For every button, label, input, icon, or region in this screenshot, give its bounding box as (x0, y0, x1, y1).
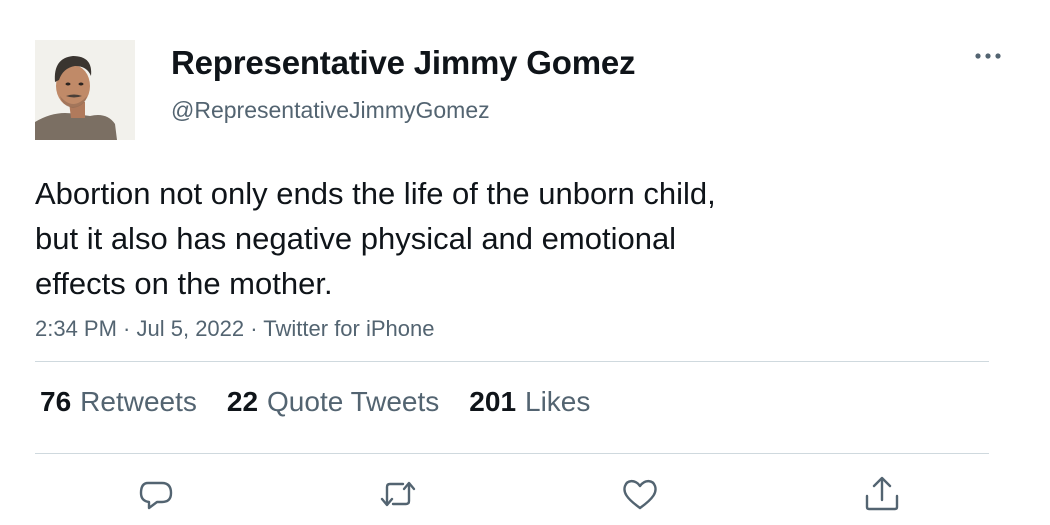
retweet-icon (380, 481, 416, 507)
engagement-stats: 76 Retweets 22 Quote Tweets 201 Likes (40, 386, 620, 418)
like-icon (623, 479, 657, 510)
avatar[interactable] (35, 40, 135, 140)
retweets-stat[interactable]: 76 Retweets (40, 386, 197, 418)
quote-tweets-label: Quote Tweets (267, 386, 440, 417)
more-options-button[interactable] (968, 40, 1008, 72)
divider (35, 361, 989, 362)
likes-stat[interactable]: 201 Likes (469, 386, 590, 418)
tweet-time[interactable]: 2:34 PM (35, 316, 117, 341)
meta-separator: · (244, 316, 264, 341)
tweet-text-line: Abortion not only ends the life of the u… (35, 176, 716, 211)
divider (35, 453, 989, 454)
share-icon (865, 476, 899, 511)
retweets-count: 76 (40, 386, 72, 417)
tweet-metadata: 2:34 PM · Jul 5, 2022 · Twitter for iPho… (35, 316, 434, 342)
tweet-date[interactable]: Jul 5, 2022 (137, 316, 245, 341)
author-handle[interactable]: @RepresentativeJimmyGomez (171, 97, 490, 124)
like-button[interactable] (620, 474, 660, 514)
avatar-image (35, 40, 135, 140)
share-button[interactable] (862, 474, 902, 514)
reply-button[interactable] (136, 474, 176, 514)
meta-separator: · (116, 316, 137, 341)
quote-tweets-stat[interactable]: 22 Quote Tweets (227, 386, 439, 418)
quote-tweets-count: 22 (226, 386, 259, 417)
retweet-button[interactable] (378, 474, 418, 514)
tweet-text: Abortion not only ends the life of the u… (35, 171, 855, 306)
likes-label: Likes (525, 386, 591, 417)
tweet-text-line: but it also has negative physical and em… (35, 221, 677, 256)
tweet-source[interactable]: Twitter for iPhone (263, 316, 434, 341)
retweets-label: Retweets (80, 386, 197, 417)
tweet-card: Representative Jimmy Gomez @Representati… (0, 0, 1050, 525)
likes-count: 201 (469, 386, 517, 417)
more-horizontal-icon (975, 53, 1001, 59)
author-display-name[interactable]: Representative Jimmy Gomez (171, 44, 636, 82)
reply-icon (139, 481, 173, 510)
tweet-text-line: effects on the mother. (35, 266, 333, 301)
